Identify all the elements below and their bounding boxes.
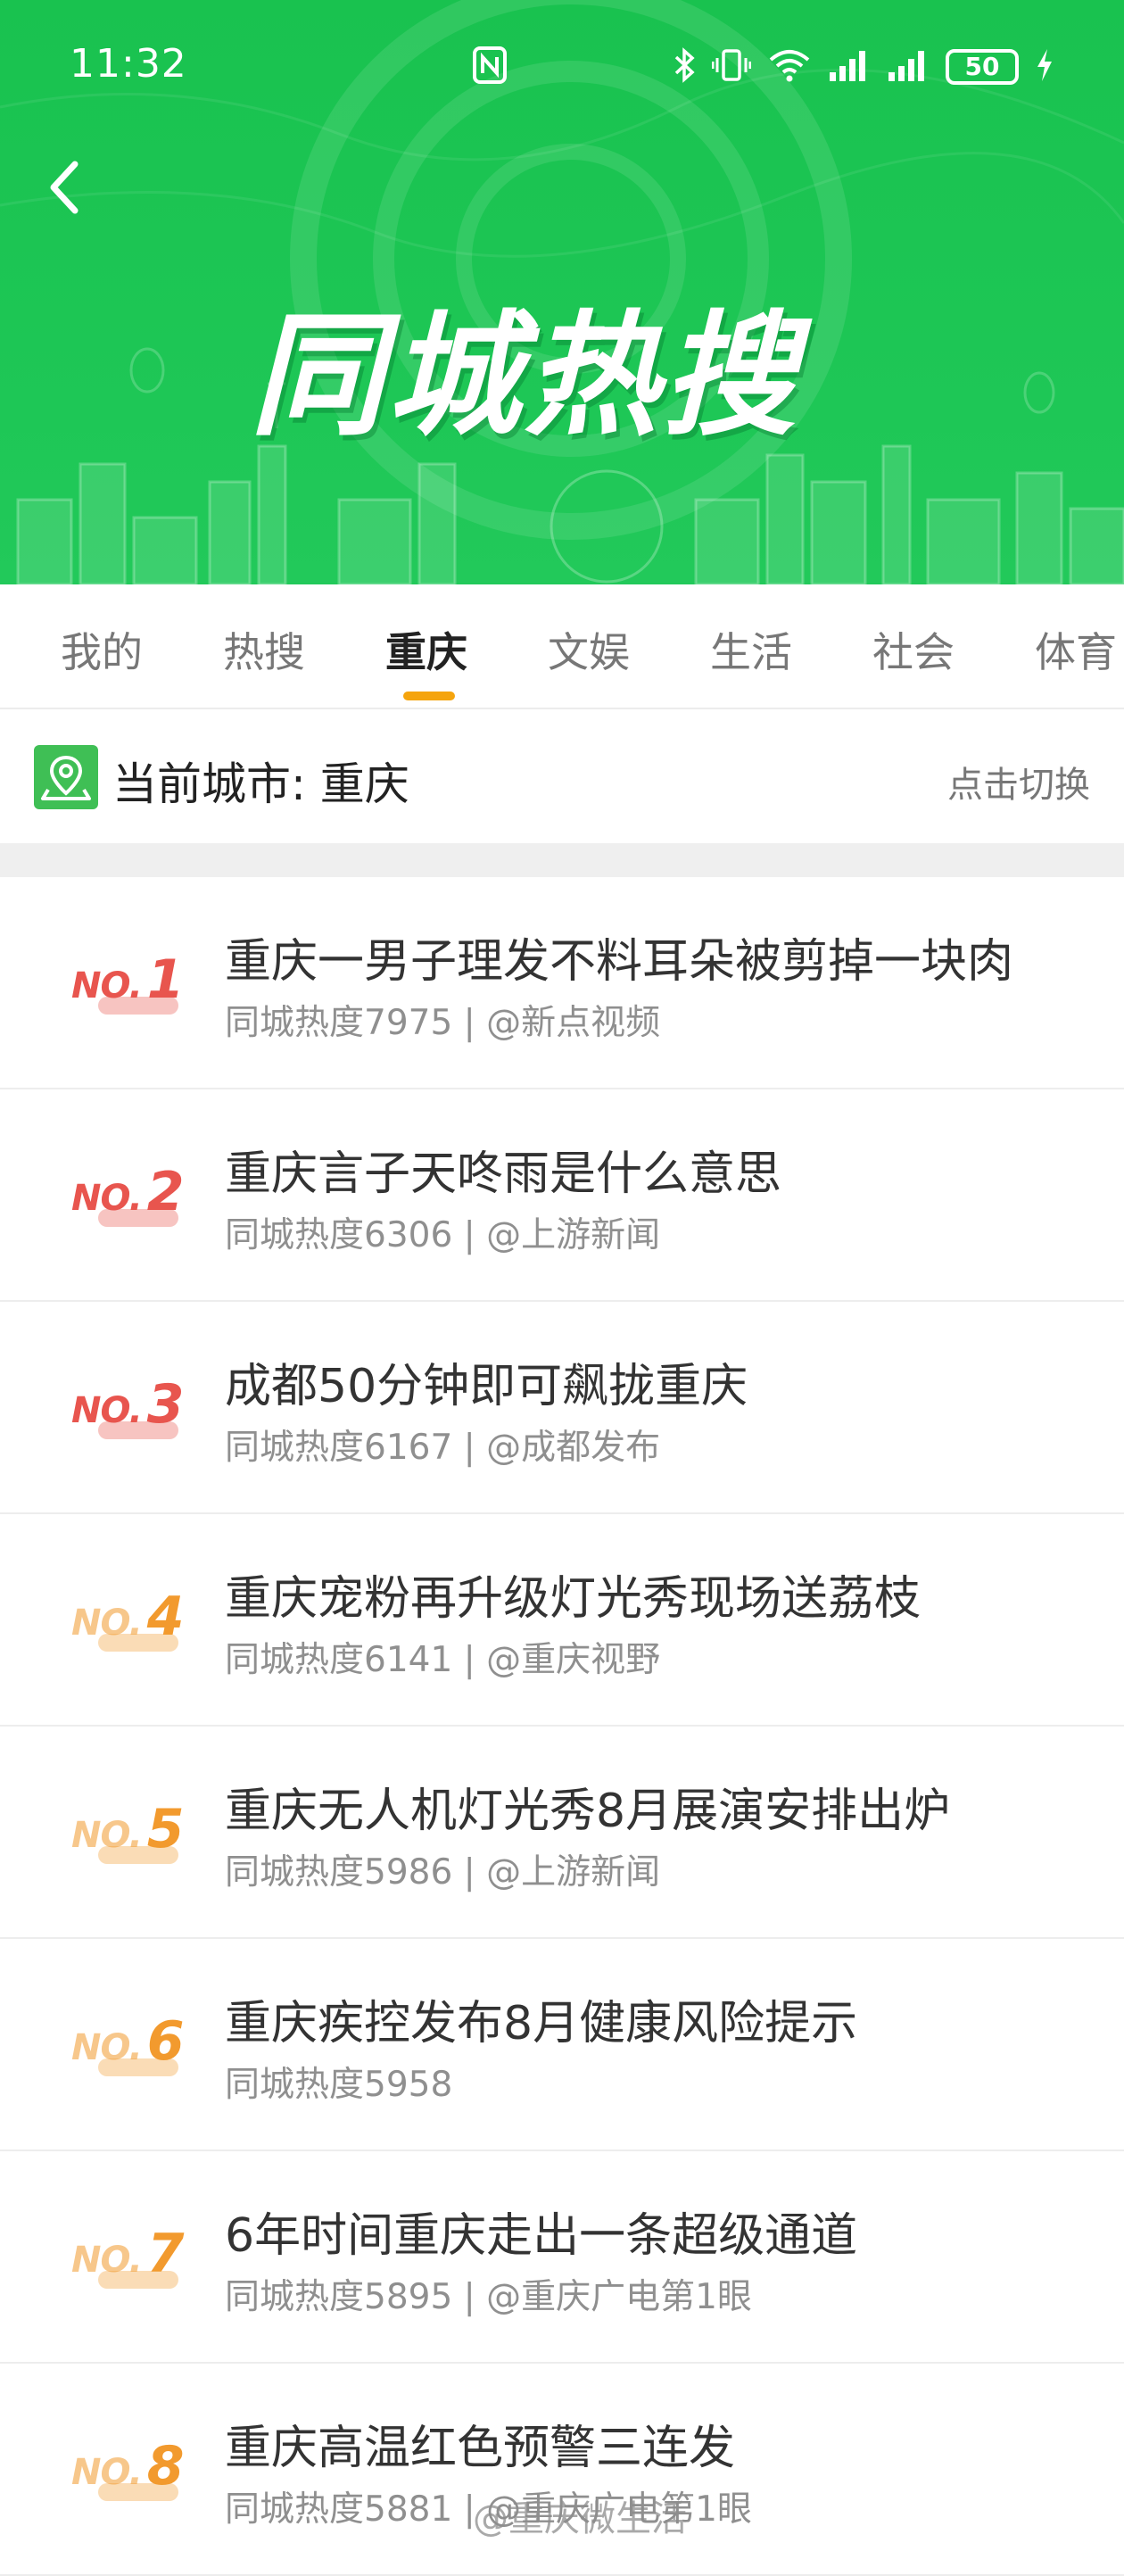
- list-item[interactable]: NO. 6 重庆疾控发布8月健康风险提示 同城热度5958: [0, 1939, 1124, 2151]
- hot-search-list: NO. 1 重庆一男子理发不料耳朵被剪掉一块肉 同城热度7975 | @新点视频 …: [0, 877, 1124, 2576]
- chevron-left-icon: [50, 161, 79, 214]
- signal-icon: [887, 47, 930, 87]
- vibrate-icon: [711, 47, 752, 87]
- rank-swoosh: [98, 1634, 178, 1652]
- item-title: 成都50分钟即可飙拢重庆: [225, 1360, 748, 1413]
- item-meta: 同城热度6306 | @上游新闻: [225, 1215, 661, 1255]
- tab-hot[interactable]: 热搜: [223, 620, 305, 679]
- tab-sports[interactable]: 体育: [1035, 620, 1117, 679]
- tab-life[interactable]: 生活: [710, 620, 792, 679]
- list-item[interactable]: NO. 7 6年时间重庆走出一条超级通道 同城热度5895 | @重庆广电第1眼: [0, 2151, 1124, 2364]
- tab-entertainment[interactable]: 文娱: [548, 620, 630, 679]
- rank-badge: NO. 6: [71, 2010, 196, 2082]
- list-item[interactable]: NO. 4 重庆宠粉再升级灯光秀现场送荔枝 同城热度6141 | @重庆视野: [0, 1514, 1124, 1727]
- list-item[interactable]: NO. 2 重庆言子天咚雨是什么意思 同城热度6306 | @上游新闻: [0, 1089, 1124, 1302]
- item-meta: 同城热度5986 | @上游新闻: [225, 1852, 661, 1893]
- charging-icon: [1035, 47, 1054, 87]
- list-item[interactable]: NO. 1 重庆一男子理发不料耳朵被剪掉一块肉 同城热度7975 | @新点视频: [0, 877, 1124, 1089]
- rank-swoosh: [98, 2483, 178, 2501]
- status-bar: 11:32 50: [0, 36, 1124, 100]
- current-city-label: 当前城市: 重庆: [112, 758, 409, 810]
- page-title: 同城热搜: [250, 299, 800, 454]
- rank-badge: NO. 8: [71, 2435, 196, 2506]
- nfc-icon: [473, 46, 507, 87]
- rank-badge: NO. 5: [71, 1798, 196, 1869]
- rank-badge: NO. 4: [71, 1586, 196, 1657]
- category-tabs: 我的 热搜 重庆 文娱 生活 社会 体育: [0, 584, 1124, 709]
- rank-swoosh: [98, 1846, 178, 1864]
- header-banner: 11:32 50 同城热搜: [0, 0, 1124, 584]
- list-item[interactable]: NO. 5 重庆无人机灯光秀8月展演安排出炉 同城热度5986 | @上游新闻: [0, 1727, 1124, 1939]
- rank-badge: NO. 7: [71, 2223, 196, 2294]
- item-meta: 同城热度6141 | @重庆视野: [225, 1640, 661, 1680]
- item-meta: 同城热度6167 | @成都发布: [225, 1428, 661, 1468]
- item-title: 6年时间重庆走出一条超级通道: [225, 2209, 858, 2263]
- rank-badge: NO. 2: [71, 1161, 196, 1232]
- tab-chongqing[interactable]: 重庆: [385, 620, 467, 679]
- item-title: 重庆一男子理发不料耳朵被剪掉一块肉: [225, 935, 1014, 989]
- item-title: 重庆疾控发布8月健康风险提示: [225, 1997, 858, 2050]
- rank-swoosh: [98, 2271, 178, 2289]
- status-time: 11:32: [70, 41, 187, 87]
- active-tab-indicator: [403, 692, 455, 700]
- rank-badge: NO. 1: [71, 948, 196, 1020]
- item-meta: 同城热度5895 | @重庆广电第1眼: [225, 2277, 752, 2317]
- rank-swoosh: [98, 2058, 178, 2076]
- item-title: 重庆言子天咚雨是什么意思: [225, 1147, 782, 1201]
- wifi-icon: [767, 47, 812, 87]
- rank-swoosh: [98, 1209, 178, 1227]
- battery-icon: 50: [946, 49, 1019, 85]
- rank-badge: NO. 3: [71, 1373, 196, 1445]
- list-item[interactable]: NO. 8 重庆高温红色预警三连发 同城热度5881 | @重庆广电第1眼: [0, 2364, 1124, 2576]
- switch-city-button[interactable]: 点击切换: [947, 756, 1090, 808]
- item-title: 重庆宠粉再升级灯光秀现场送荔枝: [225, 1572, 922, 1626]
- bluetooth-icon: [673, 47, 696, 87]
- rank-swoosh: [98, 1421, 178, 1439]
- tab-mine[interactable]: 我的: [61, 620, 143, 679]
- watermark: @重庆微生活: [473, 2498, 687, 2539]
- item-meta: 同城热度5958: [225, 2065, 453, 2105]
- back-button[interactable]: [36, 152, 93, 223]
- item-title: 重庆高温红色预警三连发: [225, 2422, 736, 2475]
- list-item[interactable]: NO. 3 成都50分钟即可飙拢重庆 同城热度6167 | @成都发布: [0, 1302, 1124, 1514]
- section-divider: [0, 843, 1124, 877]
- rank-swoosh: [98, 997, 178, 1015]
- item-title: 重庆无人机灯光秀8月展演安排出炉: [225, 1785, 951, 1838]
- location-pin-icon: [34, 745, 98, 809]
- status-icons: 50: [673, 45, 1054, 89]
- current-city-bar: 当前城市: 重庆 点击切换: [0, 711, 1124, 843]
- signal-icon: [828, 47, 871, 87]
- tab-society[interactable]: 社会: [872, 620, 955, 679]
- item-meta: 同城热度7975 | @新点视频: [225, 1003, 661, 1043]
